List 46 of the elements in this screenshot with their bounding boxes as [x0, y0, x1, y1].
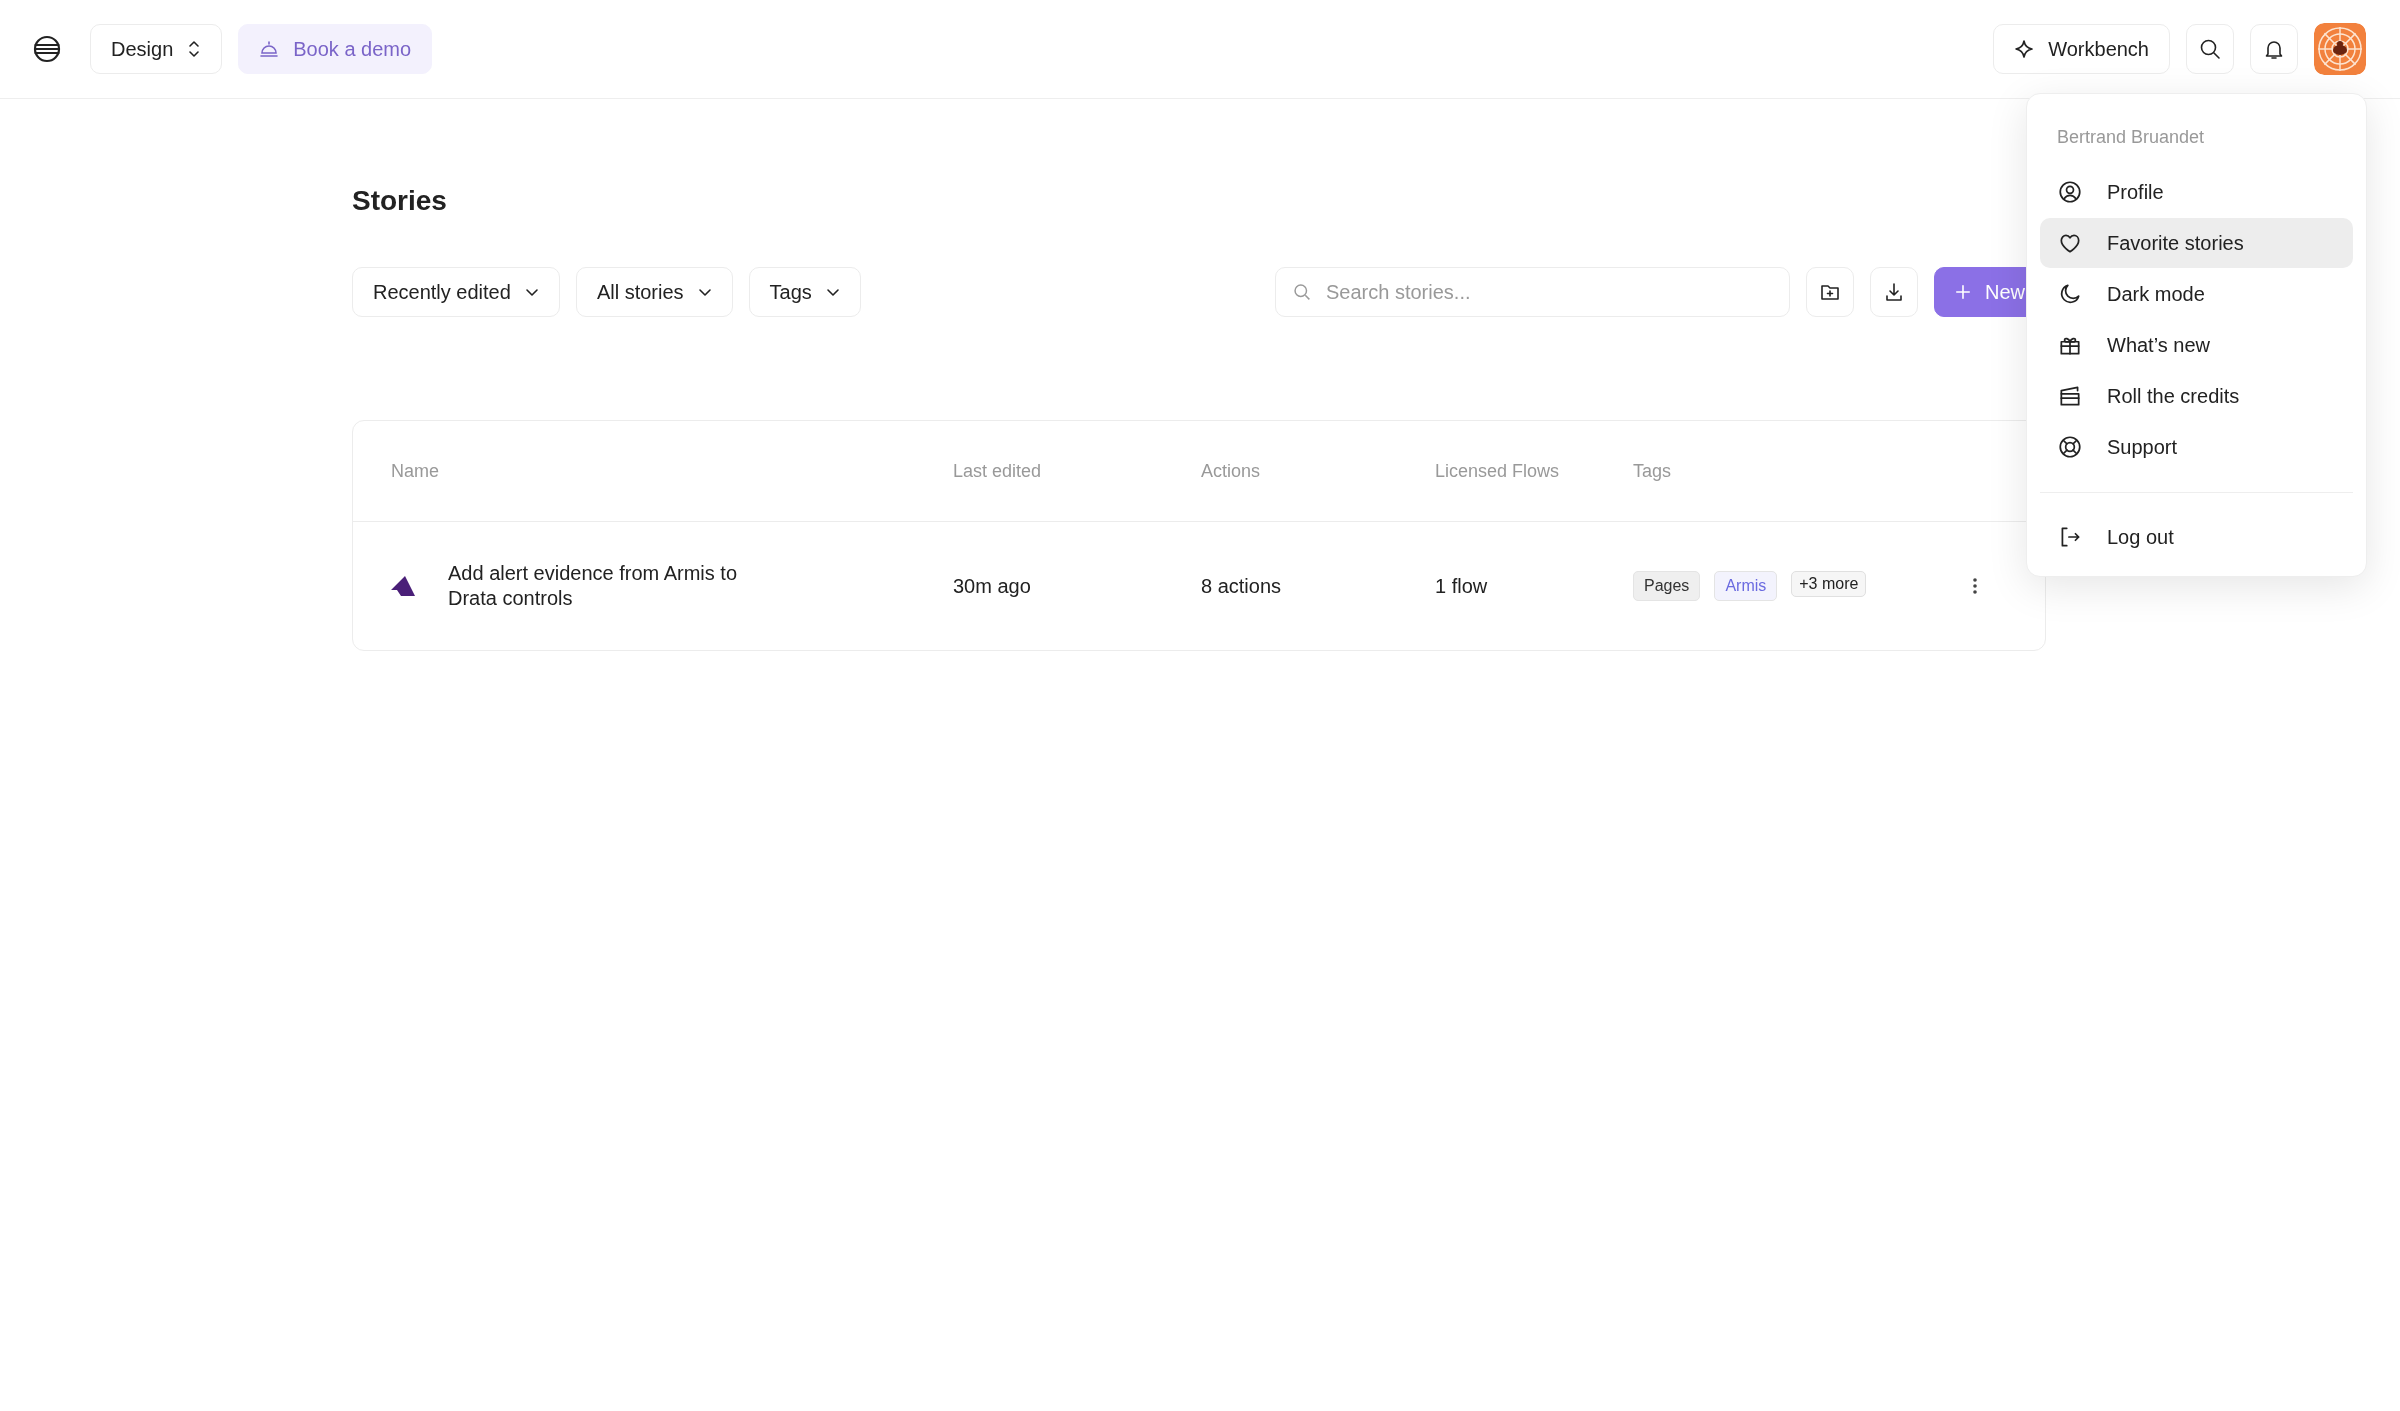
column-header: Last edited [953, 460, 1043, 482]
column-header: Licensed Flows [1435, 460, 1561, 482]
more-options-icon [1973, 578, 1977, 594]
new-folder-button[interactable] [1806, 267, 1854, 317]
menu-item[interactable]: Profile [2040, 167, 2353, 217]
column-header: Actions [1201, 460, 1262, 482]
avatar-icon[interactable] [2314, 23, 2366, 75]
filter-dropdown[interactable]: Recently edited [352, 267, 560, 317]
workbench-button[interactable]: Workbench [1993, 24, 2170, 74]
plus-icon [1955, 283, 1971, 301]
menu-item[interactable]: Log out [2040, 512, 2353, 562]
clapperboard-icon [2057, 383, 2083, 409]
filter-dropdown[interactable]: Tags [748, 267, 861, 317]
logo-icon [32, 34, 62, 64]
sparkle-icon [2014, 39, 2035, 59]
page-title: Stories [352, 185, 448, 217]
chevron-up-down-icon [187, 39, 202, 59]
last-edited-cell-text: 30m ago [953, 574, 1032, 598]
menu-item[interactable]: Support [2040, 422, 2353, 472]
menu-item[interactable]: Roll the credits [2040, 371, 2353, 421]
bell-icon [2263, 38, 2285, 60]
story-name[interactable]: Add alert evidence from Armis to Drata controls [448, 561, 768, 611]
menu-item[interactable]: Favorite stories [2040, 218, 2353, 268]
lifebuoy-icon [2057, 434, 2083, 460]
workspace-dropdown[interactable]: Design [90, 24, 223, 74]
user-circle-icon [2057, 179, 2083, 205]
search-icon [2199, 38, 2221, 60]
download-icon [1883, 281, 1905, 303]
menu-item[interactable]: What’s new [2040, 320, 2353, 370]
user-name: Bertrand Bruandet [2056, 127, 2206, 149]
licensed-flows-cell-text: 1 flow [1435, 574, 1489, 598]
notifications-button[interactable] [2250, 24, 2298, 74]
tag: Armis [1714, 571, 1778, 601]
book-demo-button[interactable]: Book a demo [238, 24, 433, 74]
download-button[interactable] [1870, 267, 1918, 317]
search-button[interactable] [2186, 24, 2234, 74]
tag: Pages [1633, 571, 1701, 601]
column-header: Name [391, 460, 440, 482]
actions-cell-text: 8 actions [1201, 574, 1283, 598]
search-icon [1293, 283, 1311, 301]
search-field[interactable]: Search stories... [1275, 267, 1790, 317]
more-tags-badge[interactable]: +3 more [1791, 571, 1867, 597]
story-icon [391, 576, 415, 596]
service-bell-icon [259, 39, 280, 59]
column-header: Tags [1633, 460, 1673, 482]
filter-dropdown[interactable]: All stories [575, 267, 733, 317]
